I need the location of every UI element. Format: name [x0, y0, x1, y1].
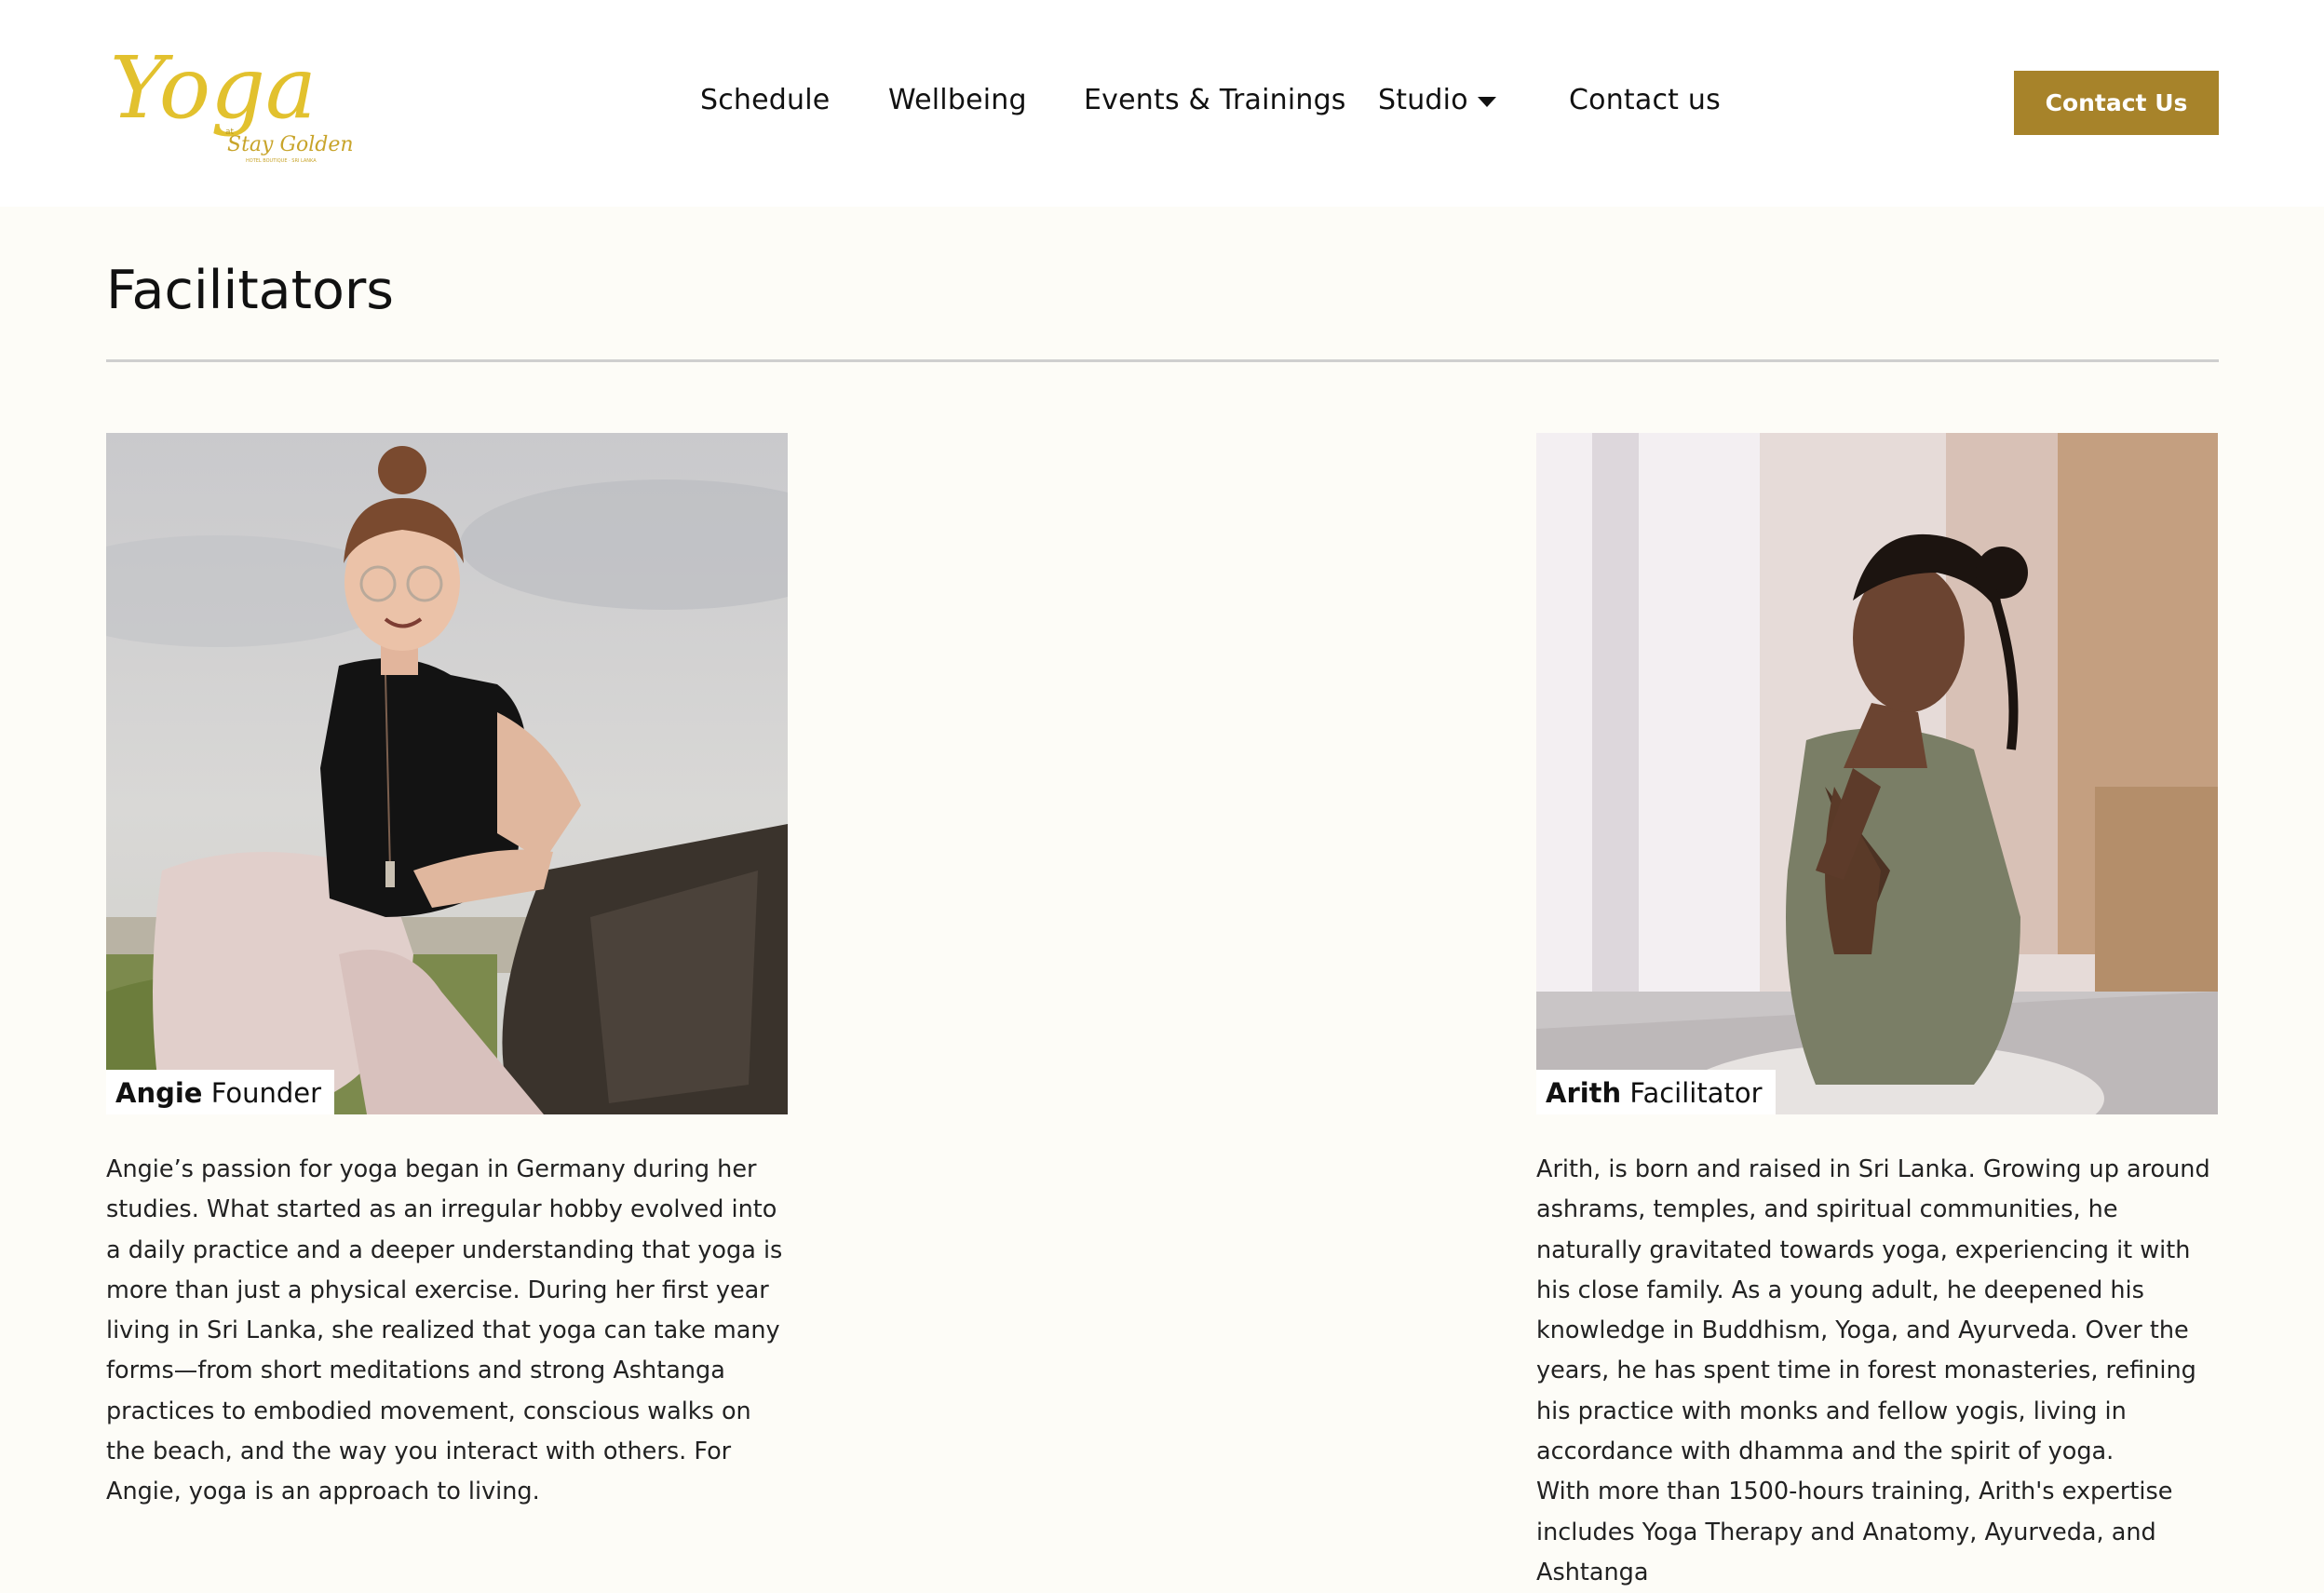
nav-item-events-trainings[interactable]: Events & Trainings — [1084, 76, 1346, 125]
svg-text:Yoga: Yoga — [110, 38, 317, 138]
svg-text:HOTEL BOUTIQUE · SRI LANKA: HOTEL BOUTIQUE · SRI LANKA — [246, 158, 317, 164]
yoga-logo-graphic: Yoga at Stay Golden HOTEL BOUTIQUE · SRI… — [110, 38, 354, 164]
facilitator-role: Facilitator — [1629, 1077, 1763, 1109]
section-divider — [106, 359, 2219, 362]
nav-item-studio[interactable]: Studio — [1378, 76, 1468, 125]
facilitator-role: Founder — [210, 1077, 322, 1109]
facilitator-caption-angie: Angie Founder — [106, 1070, 335, 1114]
page-title: Facilitators — [106, 260, 394, 321]
facilitator-card-arith: Arith Facilitator Arith, is born and rai… — [1536, 433, 2218, 1593]
facilitator-bio-arith: Arith, is born and raised in Sri Lanka. … — [1536, 1150, 2218, 1593]
facilitator-caption-arith: Arith Facilitator — [1536, 1070, 1776, 1114]
nav-item-wellbeing[interactable]: Wellbeing — [888, 76, 1027, 125]
nav-item-schedule[interactable]: Schedule — [700, 76, 830, 125]
facilitator-photo-angie: Angie Founder — [106, 433, 788, 1114]
facilitator-name: Angie — [115, 1077, 203, 1109]
bio-paragraph: With more than 1500-hours training, Arit… — [1536, 1478, 2173, 1586]
bio-paragraph: Angie’s passion for yoga began in German… — [106, 1155, 783, 1506]
svg-text:Stay Golden: Stay Golden — [227, 133, 354, 156]
logo[interactable]: Yoga at Stay Golden HOTEL BOUTIQUE · SRI… — [106, 28, 358, 177]
bio-paragraph: Arith, is born and raised in Sri Lanka. … — [1536, 1155, 2210, 1466]
facilitator-name: Arith — [1546, 1077, 1622, 1109]
facilitator-photo-arith: Arith Facilitator — [1536, 433, 2218, 1114]
site-header: Yoga at Stay Golden HOTEL BOUTIQUE · SRI… — [0, 0, 2324, 207]
facilitator-bio-angie: Angie’s passion for yoga began in German… — [106, 1150, 788, 1513]
contact-us-button[interactable]: Contact Us — [2014, 71, 2219, 135]
caret-down-icon[interactable] — [1478, 97, 1496, 107]
facilitator-card-angie: Angie Founder Angie’s passion for yoga b… — [106, 433, 788, 1513]
nav-item-contact[interactable]: Contact us — [1569, 76, 1721, 125]
